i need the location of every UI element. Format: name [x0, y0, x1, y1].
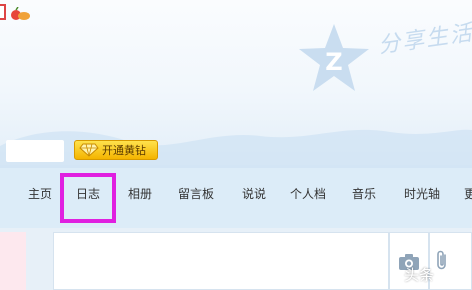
nav-item-profile[interactable]: 个人档: [290, 185, 326, 202]
svg-text:Z: Z: [325, 48, 342, 76]
open-vip-button[interactable]: 开通黄钻: [74, 140, 158, 160]
fruit-icon[interactable]: [10, 7, 32, 21]
nav-item-more[interactable]: 更: [464, 185, 472, 202]
cloud-decoration: [0, 129, 472, 168]
attachment-icon: [437, 250, 446, 270]
nav-item-music[interactable]: 音乐: [352, 185, 376, 202]
nav-item-moments[interactable]: 说说: [242, 185, 266, 202]
open-vip-label: 开通黄钻: [102, 144, 146, 157]
diamond-icon: [79, 143, 99, 157]
nav-item-album[interactable]: 相册: [128, 185, 152, 202]
nav-item-timeline[interactable]: 时光轴: [404, 185, 440, 202]
left-panel: [0, 232, 26, 290]
qzone-star-icon: Z: [299, 24, 369, 91]
window-corner-frame: [0, 4, 6, 20]
user-name-box: [6, 140, 64, 162]
post-input-box[interactable]: [53, 232, 389, 290]
attachment-button[interactable]: [429, 232, 472, 290]
highlight-annotation: [60, 173, 116, 223]
nav-item-home[interactable]: 主页: [28, 185, 52, 202]
nav-item-message-board[interactable]: 留言板: [178, 185, 214, 202]
watermark-text: 头条: [404, 266, 435, 284]
